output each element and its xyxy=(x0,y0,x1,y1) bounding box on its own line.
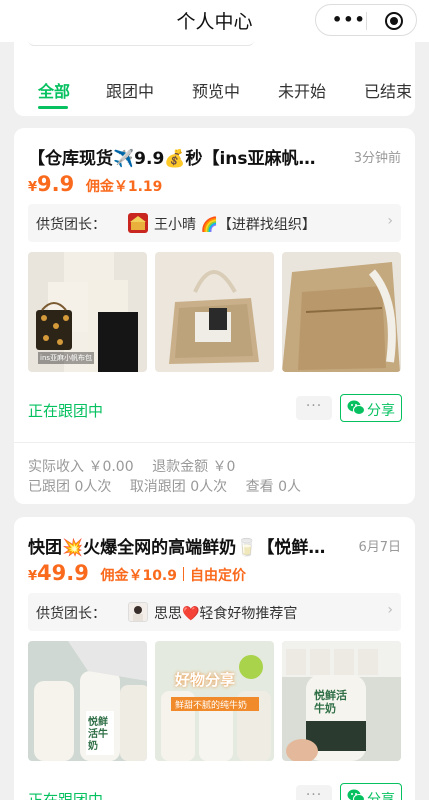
title-bar: 个人中心 ••• xyxy=(0,0,429,42)
order-time: 3分钟前 xyxy=(353,151,401,166)
commission: 佣金￥1.19 xyxy=(85,179,163,195)
active-tab-indicator xyxy=(38,106,68,109)
order-stats-row-2: 已跟团 0人次 取消跟团 0人次 查看 0人 xyxy=(28,476,315,496)
image-caption: 悦鲜活牛奶 xyxy=(88,717,108,752)
divider xyxy=(183,567,184,581)
share-label: 分享 xyxy=(367,403,395,419)
target-circle-icon[interactable] xyxy=(385,12,403,30)
price-row: ¥49.9 佣金￥10.9 自由定价 xyxy=(28,561,246,585)
refund-amount: 退款金额 ￥0 xyxy=(152,459,236,475)
supplier-label: 供货团长： xyxy=(36,606,106,622)
image-caption: 鲜甜不腻的纯牛奶 xyxy=(175,701,248,711)
product-image[interactable]: 好物分享 鲜甜不腻的纯牛奶 xyxy=(155,641,274,761)
avatar xyxy=(128,213,148,233)
chevron-right-icon: › xyxy=(387,602,393,618)
avatar xyxy=(128,602,148,622)
product-image[interactable]: 悦鲜活牛奶 xyxy=(282,641,401,761)
product-images: ins亚麻小帆布包 xyxy=(28,252,401,372)
product-image[interactable]: ins亚麻小帆布包 xyxy=(28,252,147,372)
actual-income: 实际收入 ￥0.00 xyxy=(28,459,134,475)
view-count: 查看 0人 xyxy=(245,479,301,495)
share-button[interactable]: 分享 xyxy=(340,394,402,422)
image-caption: ins亚麻小帆布包 xyxy=(38,352,95,364)
order-title[interactable]: 快团💥火爆全网的高端鲜奶🥛【悦鲜活】 xyxy=(28,533,328,558)
image-caption: 悦鲜活牛奶 xyxy=(314,689,347,715)
more-button[interactable]: ··· xyxy=(296,396,332,420)
pricing-tag: 自由定价 xyxy=(190,568,246,584)
share-button[interactable]: 分享 xyxy=(340,783,402,800)
supplier-name: 思思❤️轻食好物推荐官 xyxy=(154,606,298,622)
chevron-right-icon: › xyxy=(387,213,393,229)
order-price: 49.9 xyxy=(37,561,89,585)
order-time: 6月7日 xyxy=(358,540,401,555)
tab-not-started[interactable]: 未开始 xyxy=(278,78,326,102)
search-bar-remnant xyxy=(28,40,254,46)
more-dots-icon[interactable]: ••• xyxy=(332,12,366,28)
product-image[interactable]: 悦鲜活牛奶 xyxy=(28,641,147,761)
tab-all[interactable]: 全部 xyxy=(38,78,70,102)
tab-ended[interactable]: 已结束 xyxy=(364,78,412,102)
supplier-name: 王小晴 🌈【进群找组织】 xyxy=(154,217,316,233)
order-status: 正在跟团中 xyxy=(28,791,104,800)
mini-program-capsule: ••• xyxy=(315,4,417,36)
order-card[interactable]: 快团💥火爆全网的高端鲜奶🥛【悦鲜活】 6月7日 ¥49.9 佣金￥10.9 自由定… xyxy=(14,517,415,800)
wechat-icon xyxy=(347,400,365,416)
product-image[interactable] xyxy=(155,252,274,372)
supplier-row[interactable]: 供货团长： 王小晴 🌈【进群找组织】 › xyxy=(28,204,401,242)
joined-count: 已跟团 0人次 xyxy=(28,479,112,495)
currency-symbol: ¥ xyxy=(28,569,38,584)
supplier-label: 供货团长： xyxy=(36,217,106,233)
currency-symbol: ¥ xyxy=(28,180,38,195)
tab-preview[interactable]: 预览中 xyxy=(192,78,240,102)
share-label: 分享 xyxy=(367,792,395,800)
capsule-divider xyxy=(366,12,367,30)
wechat-icon xyxy=(347,789,365,800)
order-title[interactable]: 【仓库现货✈️9.9💰秒【ins亚麻帆布包 xyxy=(28,144,328,169)
order-stats-row-1: 实际收入 ￥0.00 退款金额 ￥0 xyxy=(28,456,249,476)
tab-following[interactable]: 跟团中 xyxy=(106,78,154,102)
supplier-row[interactable]: 供货团长： 思思❤️轻食好物推荐官 › xyxy=(28,593,401,631)
cancelled-count: 取消跟团 0人次 xyxy=(129,479,228,495)
divider xyxy=(14,442,415,443)
status-tabs-card: 全部 跟团中 预览中 未开始 已结束 xyxy=(14,40,415,116)
order-status: 正在跟团中 xyxy=(28,402,104,420)
price-row: ¥9.9 佣金￥1.19 xyxy=(28,172,162,196)
product-images: 悦鲜活牛奶 好物分享 鲜甜不腻的纯牛奶 悦鲜活牛奶 xyxy=(28,641,401,761)
order-card[interactable]: 【仓库现货✈️9.9💰秒【ins亚麻帆布包 3分钟前 ¥9.9 佣金￥1.19 … xyxy=(14,128,415,504)
product-image[interactable] xyxy=(282,252,401,372)
image-caption: 好物分享 xyxy=(175,671,236,689)
more-button[interactable]: ··· xyxy=(296,785,332,800)
order-price: 9.9 xyxy=(37,172,75,196)
commission: 佣金￥10.9 xyxy=(100,568,177,584)
